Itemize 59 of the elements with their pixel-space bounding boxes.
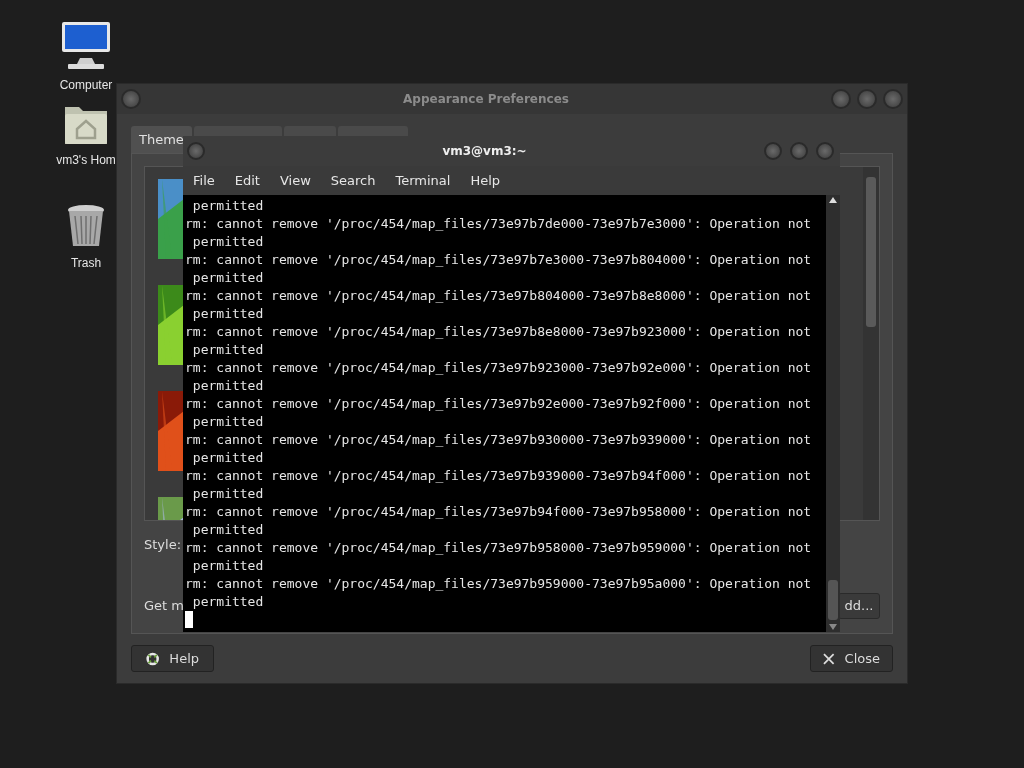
terminal-line: permitted: [191, 269, 264, 287]
terminal-line: permitted: [191, 557, 264, 575]
lifebuoy-icon: [146, 650, 160, 667]
desktop-icon-label[interactable]: Trash: [70, 254, 102, 272]
scrollbar[interactable]: [826, 195, 840, 632]
terminal-line: permitted: [191, 593, 264, 611]
tab[interactable]: Theme: [131, 126, 192, 153]
terminal-line: rm: cannot remove '/proc/454/map_files/73e97b7e3000-73e97b804000': Operation not: [185, 251, 812, 269]
window-button[interactable]: [883, 89, 903, 109]
terminal-line: rm: cannot remove '/proc/454/map_files/73e97b930000-73e97b939000': Operation not: [185, 431, 812, 449]
terminal-line: permitted: [191, 233, 264, 251]
terminal-line: permitted: [191, 377, 264, 395]
menu-item[interactable]: Edit: [234, 170, 260, 191]
terminal-line: rm: cannot remove '/proc/454/map_files/73e97b7de000-73e97b7e3000': Operation not: [185, 215, 812, 233]
terminal-line: rm: cannot remove '/proc/454/map_files/73e97b8e8000-73e97b923000': Operation not: [185, 323, 812, 341]
terminal-line: permitted: [191, 413, 264, 431]
terminal-line: rm: cannot remove '/proc/454/map_files/73e97b958000-73e97b959000': Operation not: [185, 539, 812, 557]
terminal-line: rm: cannot remove '/proc/454/map_files/73e97b92e000-73e97b92f000': Operation not: [185, 395, 812, 413]
scroll-down-icon[interactable]: [829, 624, 837, 630]
terminal-line: rm: cannot remove '/proc/454/map_files/73e97b959000-73e97b95a000': Operation not: [185, 575, 812, 593]
terminal-line: permitted: [191, 485, 264, 503]
window-button[interactable]: [816, 142, 834, 160]
menu-item[interactable]: Help: [470, 170, 501, 191]
terminal-line: permitted: [191, 521, 264, 539]
desktop-icon-label[interactable]: vm3's Hom: [56, 151, 116, 169]
scroll-up-icon[interactable]: [829, 197, 837, 203]
text-cursor: [185, 611, 193, 628]
close-icon: [823, 652, 835, 665]
get-more-label: Get m: [144, 596, 184, 615]
scrollbar[interactable]: [863, 167, 879, 520]
menu-item[interactable]: File: [193, 170, 215, 191]
terminal-line: permitted: [191, 305, 264, 323]
terminal-line: rm: cannot remove '/proc/454/map_files/73e97b923000-73e97b92e000': Operation not: [185, 359, 812, 377]
scrollbar-thumb[interactable]: [866, 177, 876, 327]
trash-icon: [66, 204, 106, 248]
menu-item[interactable]: View: [279, 170, 311, 191]
desktop-icon-label[interactable]: Computer: [59, 76, 113, 94]
help-button[interactable]: Help: [131, 645, 214, 672]
terminal-line: rm: cannot remove '/proc/454/map_files/73e97b94f000-73e97b958000': Operation not: [185, 503, 812, 521]
menu-item[interactable]: Terminal: [395, 170, 451, 191]
terminal-line: permitted: [191, 341, 264, 359]
window-button[interactable]: [831, 89, 851, 109]
window-button[interactable]: [764, 142, 782, 160]
window-title: Appearance Preferences: [402, 91, 570, 108]
terminal-line: rm: cannot remove '/proc/454/map_files/73e97b939000-73e97b94f000': Operation not: [185, 467, 812, 485]
window-button[interactable]: [790, 142, 808, 160]
scrollbar-thumb[interactable]: [828, 580, 838, 620]
window-button[interactable]: [857, 89, 877, 109]
window-title: vm3@vm3:~: [441, 143, 528, 160]
close-button[interactable]: Close: [810, 645, 893, 672]
terminal-line: rm: cannot remove '/proc/454/map_files/73e97b804000-73e97b8e8000': Operation not: [185, 287, 812, 305]
computer-icon: [60, 20, 112, 70]
style-label: Style:: [144, 536, 182, 554]
menu-item[interactable]: Search: [330, 170, 376, 191]
window-button[interactable]: [121, 89, 141, 109]
window-button[interactable]: [187, 142, 205, 160]
terminal-line: permitted: [191, 197, 264, 215]
terminal-line: permitted: [191, 449, 264, 467]
add-button[interactable]: dd...: [838, 592, 880, 619]
